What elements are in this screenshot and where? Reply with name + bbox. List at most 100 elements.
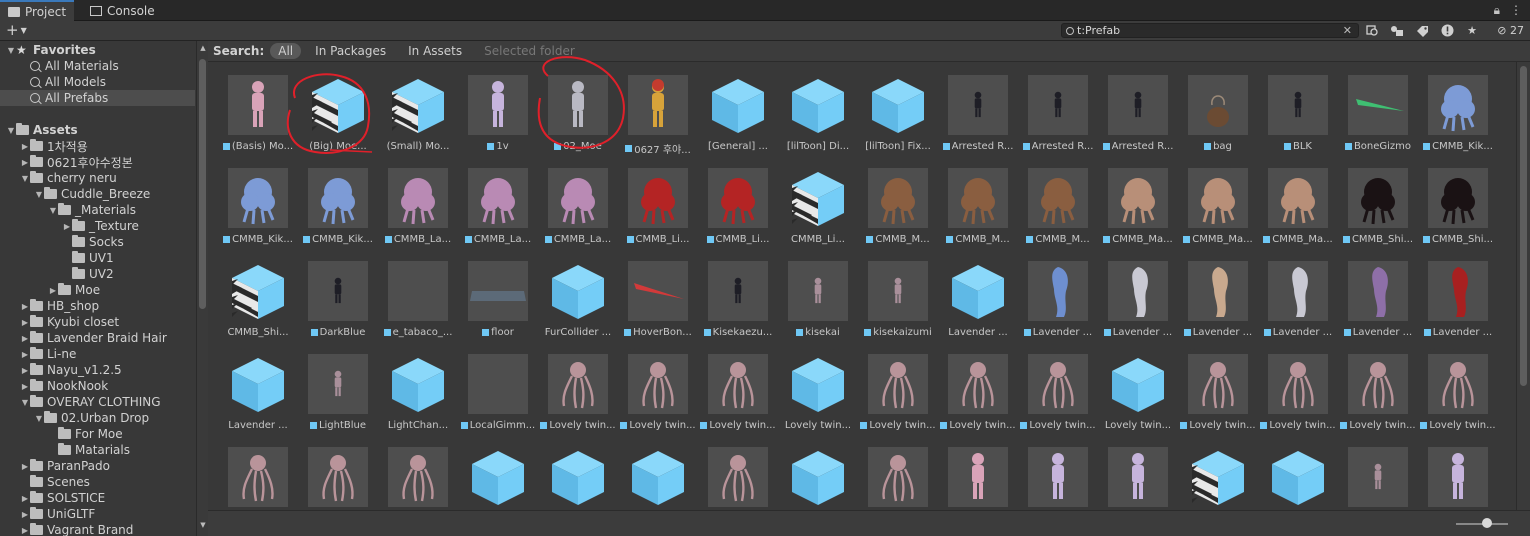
- asset-tile[interactable]: Lovely twin...: [1178, 344, 1258, 432]
- asset-tile[interactable]: kisekai: [778, 251, 858, 339]
- collapsed-arrow-icon[interactable]: ▶: [20, 462, 30, 471]
- asset-tile[interactable]: CMMB_Li...: [778, 158, 858, 246]
- tree-item-socks[interactable]: Socks: [0, 234, 195, 250]
- asset-tile[interactable]: CMMB_M...: [938, 158, 1018, 246]
- asset-tile[interactable]: DarkBlue: [298, 251, 378, 339]
- expanded-arrow-icon[interactable]: ▼: [48, 206, 58, 215]
- hidden-packages-toggle[interactable]: ⊘ 27: [1497, 24, 1524, 37]
- log-types-icon[interactable]: [1437, 22, 1457, 39]
- asset-tile[interactable]: BoneGizmo: [1338, 65, 1418, 153]
- collapsed-arrow-icon[interactable]: ▶: [48, 286, 58, 295]
- asset-tile[interactable]: Lovely twin...: [1098, 344, 1178, 432]
- collapsed-arrow-icon[interactable]: ▶: [20, 382, 30, 391]
- filter-by-type-icon[interactable]: [1387, 22, 1407, 39]
- asset-tile[interactable]: CMMB_M...: [1018, 158, 1098, 246]
- asset-tile[interactable]: (Basis) Mo...: [218, 65, 298, 153]
- asset-tile[interactable]: Lavender ...: [1098, 251, 1178, 339]
- asset-tile[interactable]: CMMB_Li...: [698, 158, 778, 246]
- asset-grid-scrollbar[interactable]: [1516, 62, 1530, 510]
- tree-item-lavender-braid-hair[interactable]: ▶ Lavender Braid Hair: [0, 330, 195, 346]
- asset-tile[interactable]: CMMB_Ma...: [1098, 158, 1178, 246]
- collapsed-arrow-icon[interactable]: ▶: [20, 142, 30, 151]
- expanded-arrow-icon[interactable]: ▼: [20, 398, 30, 407]
- asset-tile[interactable]: (Big) Moe...: [298, 65, 378, 153]
- asset-tile[interactable]: Lavender ...: [1418, 251, 1498, 339]
- tree-item-cherry-neru[interactable]: ▼ cherry neru: [0, 170, 195, 186]
- asset-tile[interactable]: Lovely twin...: [1418, 344, 1498, 432]
- asset-tile[interactable]: Lavender ...: [218, 344, 298, 432]
- tree-item-solstice[interactable]: ▶ SOLSTICE: [0, 490, 195, 506]
- asset-tile[interactable]: CMMB_Ma...: [1178, 158, 1258, 246]
- clear-search-icon[interactable]: ✕: [1343, 24, 1352, 37]
- favorite-star-icon[interactable]: ★: [1462, 22, 1482, 39]
- tree-item-texture[interactable]: ▶ _Texture: [0, 218, 195, 234]
- asset-tile[interactable]: [lilToon] Fix...: [858, 65, 938, 153]
- asset-tile[interactable]: Lovely twin...: [1018, 344, 1098, 432]
- tree-item-uv2[interactable]: UV2: [0, 266, 195, 282]
- asset-tile[interactable]: LightChan...: [378, 344, 458, 432]
- asset-tile[interactable]: [1178, 437, 1258, 510]
- asset-tile[interactable]: CMMB_Kik...: [218, 158, 298, 246]
- collapsed-arrow-icon[interactable]: ▶: [20, 302, 30, 311]
- expanded-arrow-icon[interactable]: ▼: [6, 126, 16, 135]
- expanded-arrow-icon[interactable]: ▼: [20, 174, 30, 183]
- tab-console[interactable]: Console: [82, 0, 163, 21]
- tree-item-0621후야수정본[interactable]: ▶ 0621후야수정본: [0, 154, 195, 170]
- tree-item-vagrant-brand[interactable]: ▶ Vagrant Brand: [0, 522, 195, 536]
- search-input[interactable]: t:Prefab ✕: [1061, 23, 1359, 38]
- asset-tile[interactable]: LightBlue: [298, 344, 378, 432]
- tree-item-matarials[interactable]: Matarials: [0, 442, 195, 458]
- tree-item-02-urban-drop[interactable]: ▼ 02.Urban Drop: [0, 410, 195, 426]
- tree-item-li-ne[interactable]: ▶ Li-ne: [0, 346, 195, 362]
- asset-tile[interactable]: CMMB_M...: [858, 158, 938, 246]
- collapsed-arrow-icon[interactable]: ▶: [20, 334, 30, 343]
- thumbnail-size-slider-knob[interactable]: [1482, 518, 1492, 528]
- tree-item-nayu-v1-2-5[interactable]: ▶ Nayu_v1.2.5: [0, 362, 195, 378]
- tree-item-1차적용[interactable]: ▶ 1차적용: [0, 138, 195, 154]
- tree-item-moe[interactable]: ▶ Moe: [0, 282, 195, 298]
- asset-tile[interactable]: Lavender ...: [1018, 251, 1098, 339]
- collapsed-arrow-icon[interactable]: ▶: [62, 222, 72, 231]
- filter-by-label-icon[interactable]: [1412, 22, 1432, 39]
- kebab-menu-icon[interactable]: ⋮: [1510, 3, 1522, 18]
- tree-item-cuddle-breeze[interactable]: ▼ Cuddle_Breeze: [0, 186, 195, 202]
- scope-in-packages[interactable]: In Packages: [307, 43, 394, 59]
- asset-tile[interactable]: [1258, 437, 1338, 510]
- asset-tile[interactable]: [618, 437, 698, 510]
- asset-tile[interactable]: CMMB_Shi...: [1418, 158, 1498, 246]
- lock-icon[interactable]: 🔒︎: [1494, 3, 1500, 18]
- asset-tile[interactable]: FurCollider ...: [538, 251, 618, 339]
- asset-tile[interactable]: HoverBon...: [618, 251, 698, 339]
- asset-grid-scroll-thumb[interactable]: [1520, 66, 1527, 386]
- asset-tile[interactable]: Lovely twin...: [538, 344, 618, 432]
- asset-tile[interactable]: Lovely twin...: [698, 344, 778, 432]
- asset-tile[interactable]: (Small) Mo...: [378, 65, 458, 153]
- folder-tree-scroll-thumb[interactable]: [199, 59, 206, 309]
- asset-tile[interactable]: Kisekaezu...: [698, 251, 778, 339]
- asset-tile[interactable]: Arrested R...: [1018, 65, 1098, 153]
- asset-tile[interactable]: [458, 437, 538, 510]
- asset-tile[interactable]: Lovely twin...: [618, 344, 698, 432]
- tree-item-assets[interactable]: ▼ Assets: [0, 122, 195, 138]
- asset-tile[interactable]: CMMB_Ma...: [1258, 158, 1338, 246]
- asset-tile[interactable]: kisekaizumi: [858, 251, 938, 339]
- folder-tree-scrollbar[interactable]: ▲ ▼: [196, 41, 208, 536]
- asset-tile[interactable]: LocalGimm...: [458, 344, 538, 432]
- tree-item-kyubi-closet[interactable]: ▶ Kyubi closet: [0, 314, 195, 330]
- asset-tile[interactable]: Lovely twin...: [858, 344, 938, 432]
- asset-tile[interactable]: [General] ...: [698, 65, 778, 153]
- asset-tile[interactable]: 1v: [458, 65, 538, 153]
- asset-tile[interactable]: CMMB_La...: [458, 158, 538, 246]
- tree-item-scenes[interactable]: Scenes: [0, 474, 195, 490]
- asset-tile[interactable]: CMMB_Kik...: [1418, 65, 1498, 153]
- tree-item-all-materials[interactable]: All Materials: [0, 58, 195, 74]
- tree-item-unigltf[interactable]: ▶ UniGLTF: [0, 506, 195, 522]
- asset-tile[interactable]: Lovely twin...: [1258, 344, 1338, 432]
- collapsed-arrow-icon[interactable]: ▶: [20, 510, 30, 519]
- asset-tile[interactable]: Lovely twin...: [1338, 344, 1418, 432]
- scope-in-assets[interactable]: In Assets: [400, 43, 470, 59]
- asset-tile[interactable]: CMMB_Kik...: [298, 158, 378, 246]
- asset-tile[interactable]: [378, 437, 458, 510]
- asset-tile[interactable]: Lavender ...: [1338, 251, 1418, 339]
- asset-tile[interactable]: [lilToon] Di...: [778, 65, 858, 153]
